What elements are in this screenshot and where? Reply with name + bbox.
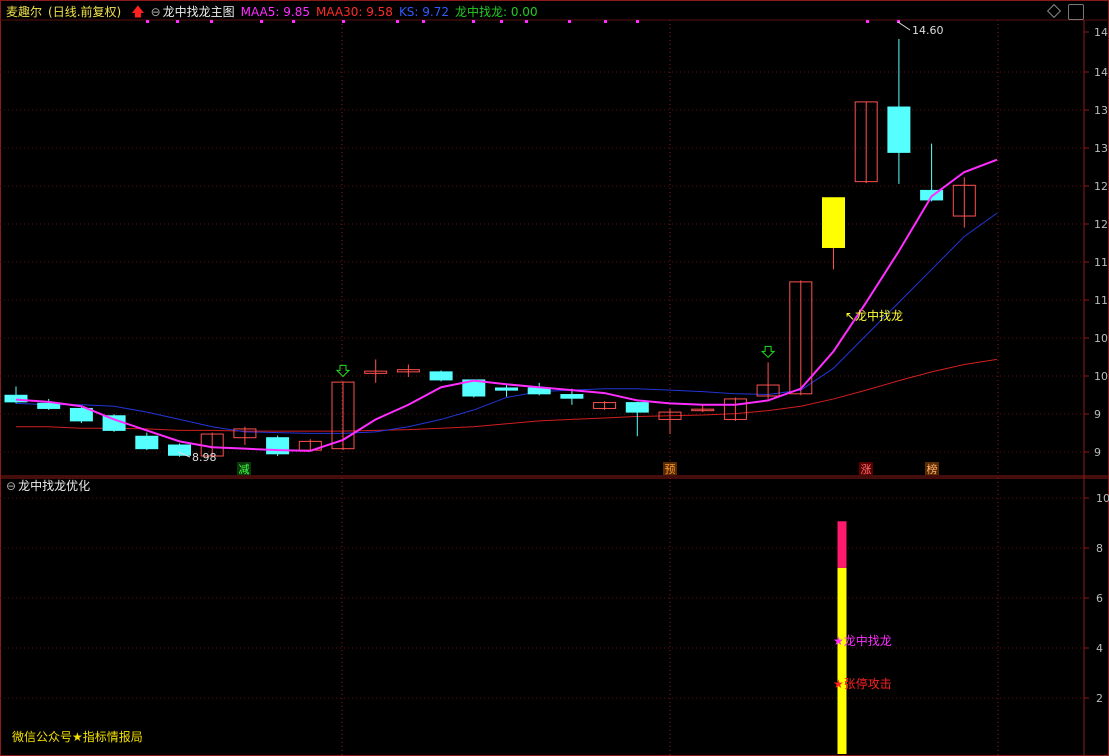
sub-y-tick-label: 4	[1096, 642, 1103, 655]
ks-value: KS: 9.72	[398, 5, 449, 19]
ks-line	[15, 212, 998, 434]
tag-zhang: 涨	[861, 463, 872, 476]
candle-body	[135, 435, 159, 450]
high-pointer	[897, 21, 911, 31]
maa5-line	[15, 158, 998, 452]
stock-name[interactable]: 麦趣尔	[6, 5, 42, 19]
green-arrow-icon	[335, 364, 351, 378]
maa5-value: MAA5: 9.85	[240, 5, 310, 19]
red-up-arrow-icon: 🡅	[131, 5, 145, 20]
chart-window: 14 14 13 13 12 12 11 11 10 10 9 9 10 8 6 4 2 14.60 8.98 ↖龙中…	[0, 0, 1109, 756]
y-tick-label: 9	[1094, 446, 1101, 459]
candle-body	[266, 437, 290, 455]
top-mark	[604, 20, 607, 23]
tag-bang: 榜	[927, 462, 938, 476]
candle-body	[168, 444, 191, 456]
sub-y-tick-label: 2	[1096, 692, 1103, 705]
zhangting-star-label: ★张停攻击	[833, 676, 892, 691]
main-chart: 14 14 13 13 12 12 11 11 10 10 9 9 10 8 6 4 2 14.60 8.98 ↖龙中…	[0, 0, 1109, 756]
sub-y-tick-label: 10	[1096, 492, 1109, 505]
period-label: (日线.前复权)	[48, 5, 122, 19]
y-tick-label: 13	[1094, 104, 1108, 117]
y-tick-label: 11	[1094, 294, 1108, 307]
y-tick-label: 10	[1094, 370, 1108, 383]
candle-body	[429, 371, 453, 381]
signal-bar	[837, 567, 847, 754]
y-tick-label: 10	[1094, 332, 1108, 345]
y-tick-label: 12	[1094, 218, 1108, 231]
tag-yu: 预	[665, 463, 676, 476]
y-tick-label: 14	[1094, 26, 1108, 39]
sub-y-tick-label: 8	[1096, 542, 1103, 555]
top-mark	[568, 20, 571, 23]
window-border	[0, 0, 1109, 756]
candle-body	[495, 387, 518, 391]
lzzl-star-label: ★龙中找龙	[833, 633, 892, 648]
lzzl-value: 龙中找龙: 0.00	[455, 5, 538, 19]
low-price-label: 8.98	[192, 451, 217, 464]
y-tick-label: 9	[1094, 408, 1101, 421]
top-mark	[866, 20, 869, 23]
watermark: 微信公众号★指标情报局	[12, 730, 143, 744]
candle-body	[887, 106, 911, 153]
candle-body	[37, 402, 61, 409]
sub-y-tick-label: 6	[1096, 592, 1103, 605]
indicator-settings-icon[interactable]: ⊖	[151, 5, 161, 19]
maa30-value: MAA30: 9.58	[315, 5, 393, 19]
high-price-label: 14.60	[912, 24, 944, 37]
y-tick-label: 13	[1094, 142, 1108, 155]
candle-body	[822, 197, 845, 248]
tag-jian: 减	[239, 463, 250, 476]
y-tick-label: 12	[1094, 180, 1108, 193]
y-tick-label: 11	[1094, 256, 1108, 269]
sub-header: ⊖ 龙中找龙优化	[6, 476, 96, 496]
candle-body	[625, 402, 649, 413]
top-mark	[636, 20, 639, 23]
green-arrow-icon	[760, 345, 776, 359]
candle-body	[560, 394, 584, 399]
main-header: 麦趣尔 (日线.前复权) 🡅 ⊖ 龙中找龙主图 MAA5: 9.85 MAA30: 9.58…	[6, 2, 544, 22]
panel-toggle-button[interactable]	[1068, 4, 1084, 20]
indicator-name[interactable]: 龙中找龙主图	[163, 5, 235, 19]
y-tick-label: 14	[1094, 66, 1108, 79]
sub-indicator-settings-icon[interactable]: ⊖	[6, 479, 16, 493]
candle-body	[102, 415, 126, 431]
signal-bar	[837, 521, 847, 568]
sub-indicator-name[interactable]: 龙中找龙优化	[18, 479, 90, 493]
lzzl-signal-label: ↖龙中找龙	[845, 308, 903, 323]
